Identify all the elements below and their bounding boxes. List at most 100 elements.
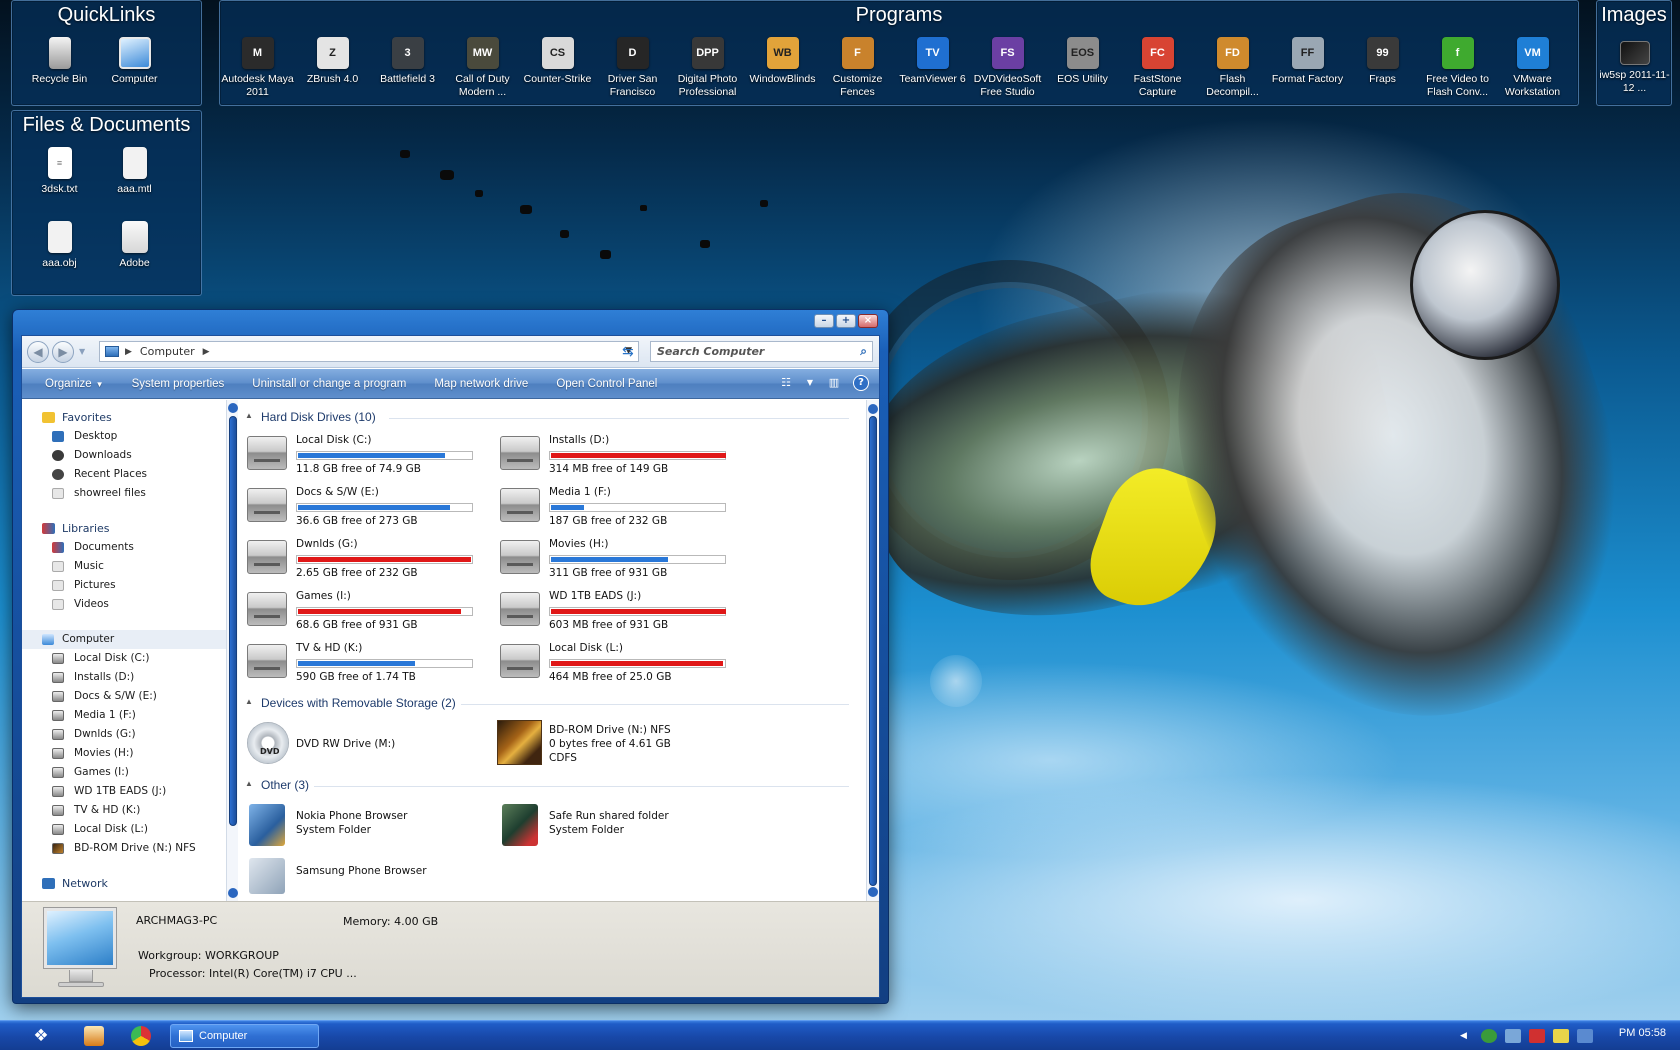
forward-button[interactable]: ▶ <box>52 341 74 363</box>
desktop-icon-program[interactable]: 99 Fraps <box>1345 33 1420 105</box>
recent-pages-dropdown[interactable]: ▼ <box>79 347 85 356</box>
nav-libraries[interactable]: Libraries <box>22 519 226 538</box>
safe-run-shared-folder[interactable]: Safe Run shared folder System Folder <box>492 802 732 850</box>
nav-item-drive[interactable]: WD 1TB EADS (J:) <box>22 782 226 801</box>
collapse-icon[interactable]: ▲ <box>245 697 253 706</box>
desktop-icon-program[interactable]: EOS EOS Utility <box>1045 33 1120 105</box>
breadcrumb-computer[interactable]: Computer <box>140 345 195 358</box>
desktop-icon-program[interactable]: F Customize Fences <box>820 33 895 105</box>
system-properties-button[interactable]: System properties <box>127 378 230 390</box>
preview-pane-icon[interactable]: ▥ <box>825 375 843 391</box>
hard-disk-drive[interactable]: Dwnlds (G:) 2.65 GB free of 232 GB <box>239 534 489 582</box>
scrollbar-thumb[interactable] <box>869 416 877 886</box>
nav-item-drive[interactable]: Installs (D:) <box>22 668 226 687</box>
group-header-removable[interactable]: ▲ Devices with Removable Storage (2) <box>239 694 849 714</box>
dvd-rw-drive[interactable]: DVD DVD RW Drive (M:) <box>239 720 479 768</box>
desktop-icon-program[interactable]: MW Call of Duty Modern ... <box>445 33 520 105</box>
hard-disk-drive[interactable]: TV & HD (K:) 590 GB free of 1.74 TB <box>239 638 489 686</box>
taskbar-item-computer[interactable]: Computer <box>170 1024 319 1048</box>
nav-item-documents[interactable]: Documents <box>22 538 226 557</box>
nav-item-showreel-files[interactable]: showreel files <box>22 484 226 503</box>
nav-item-pictures[interactable]: Pictures <box>22 576 226 595</box>
hard-disk-drive[interactable]: Movies (H:) 311 GB free of 931 GB <box>492 534 742 582</box>
nav-item-recent-places[interactable]: Recent Places <box>22 465 226 484</box>
nav-item-music[interactable]: Music <box>22 557 226 576</box>
desktop-icon-program[interactable]: FC FastStone Capture <box>1120 33 1195 105</box>
desktop-icon-program[interactable]: WB WindowBlinds <box>745 33 820 105</box>
desktop-icon-program[interactable]: 3 Battlefield 3 <box>370 33 445 105</box>
address-bar[interactable]: ▶ Computer ▶ ▼ <box>99 341 639 362</box>
nav-item-desktop[interactable]: Desktop <box>22 427 226 446</box>
group-header-hard-disks[interactable]: ▲ Hard Disk Drives (10) <box>239 408 849 428</box>
desktop-icon-program[interactable]: D Driver San Francisco <box>595 33 670 105</box>
desktop-icon-aaa-mtl[interactable]: aaa.mtl <box>97 143 172 217</box>
desktop-icon-program[interactable]: f Free Video to Flash Conv... <box>1420 33 1495 105</box>
view-dropdown-icon[interactable]: ▼ <box>805 375 815 391</box>
search-input[interactable]: Search Computer ⌕ <box>650 341 873 362</box>
desktop-icon-recycle-bin[interactable]: Recycle Bin <box>22 33 97 105</box>
samsung-phone-browser[interactable]: Samsung Phone Browser <box>239 854 479 901</box>
hard-disk-drive[interactable]: Installs (D:) 314 MB free of 149 GB <box>492 430 742 478</box>
chrome-icon[interactable] <box>131 1026 151 1046</box>
nav-computer[interactable]: Computer <box>22 630 226 649</box>
bd-rom-drive[interactable]: BD-ROM Drive (N:) NFS 0 bytes free of 4.… <box>492 720 732 768</box>
scroll-down-icon[interactable] <box>868 887 878 897</box>
maximize-button[interactable]: + <box>836 314 856 328</box>
scrollbar-thumb[interactable] <box>229 416 237 826</box>
search-icon[interactable]: ⌕ <box>860 344 867 359</box>
scroll-up-icon[interactable] <box>228 403 238 413</box>
nav-item-videos[interactable]: Videos <box>22 595 226 614</box>
change-view-icon[interactable]: ☷ <box>777 375 795 391</box>
nokia-phone-browser[interactable]: Nokia Phone Browser System Folder <box>239 802 479 850</box>
nav-network[interactable]: Network <box>22 874 226 893</box>
nav-item-drive[interactable]: Movies (H:) <box>22 744 226 763</box>
content-scrollbar[interactable] <box>866 400 879 901</box>
hard-disk-drive[interactable]: Media 1 (F:) 187 GB free of 232 GB <box>492 482 742 530</box>
nav-favorites[interactable]: Favorites <box>22 408 226 427</box>
nav-item-drive[interactable]: BD-ROM Drive (N:) NFS <box>22 839 226 858</box>
user-tray-icon[interactable] <box>1504 1029 1521 1043</box>
show-hidden-icons-icon[interactable]: ◀ <box>1460 1031 1467 1041</box>
collapse-icon[interactable]: ▲ <box>245 411 253 420</box>
nav-item-drive[interactable]: Media 1 (F:) <box>22 706 226 725</box>
desktop-icon-program[interactable]: Z ZBrush 4.0 <box>295 33 370 105</box>
network-tray-icon[interactable] <box>1480 1029 1497 1043</box>
desktop-icon-program[interactable]: VM VMware Workstation <box>1495 33 1570 105</box>
desktop-icon-program[interactable]: FF Format Factory <box>1270 33 1345 105</box>
desktop-icon-program[interactable]: FD Flash Decompil... <box>1195 33 1270 105</box>
nav-item-drive[interactable]: Docs & S/W (E:) <box>22 687 226 706</box>
back-button[interactable]: ◀ <box>27 341 49 363</box>
close-button[interactable]: × <box>858 314 878 328</box>
uninstall-program-button[interactable]: Uninstall or change a program <box>247 378 411 390</box>
desktop-icon-program[interactable]: FS DVDVideoSoft Free Studio <box>970 33 1045 105</box>
desktop-icon-aaa-obj[interactable]: aaa.obj <box>22 217 97 291</box>
desktop-icon-program[interactable]: CS Counter-Strike <box>520 33 595 105</box>
clock[interactable]: PM 05:58 <box>1619 1027 1666 1039</box>
breadcrumb-chevron-icon[interactable]: ▶ <box>203 347 210 357</box>
nav-item-drive[interactable]: Dwnlds (G:) <box>22 725 226 744</box>
hard-disk-drive[interactable]: WD 1TB EADS (J:) 603 MB free of 931 GB <box>492 586 742 634</box>
desktop-icon-3dsk-txt[interactable]: ≡ 3dsk.txt <box>22 143 97 217</box>
hard-disk-drive[interactable]: Local Disk (L:) 464 MB free of 25.0 GB <box>492 638 742 686</box>
nav-item-drive[interactable]: TV & HD (K:) <box>22 801 226 820</box>
open-control-panel-button[interactable]: Open Control Panel <box>551 378 662 390</box>
scroll-down-icon[interactable] <box>228 888 238 898</box>
group-header-other[interactable]: ▲ Other (3) <box>239 776 849 796</box>
nav-item-drive[interactable]: Games (I:) <box>22 763 226 782</box>
hard-disk-drive[interactable]: Local Disk (C:) 11.8 GB free of 74.9 GB <box>239 430 489 478</box>
nav-item-downloads[interactable]: Downloads <box>22 446 226 465</box>
nav-item-drive[interactable]: Local Disk (L:) <box>22 820 226 839</box>
map-network-drive-button[interactable]: Map network drive <box>429 378 533 390</box>
desktop-icon-computer[interactable]: Computer <box>97 33 172 105</box>
refresh-icon[interactable]: ⇆ <box>622 344 634 360</box>
hard-disk-drive[interactable]: Docs & S/W (E:) 36.6 GB free of 273 GB <box>239 482 489 530</box>
desktop-icon-adobe-folder[interactable]: Adobe <box>97 217 172 291</box>
antivirus-tray-icon[interactable] <box>1528 1029 1545 1043</box>
desktop-icon-program[interactable]: M Autodesk Maya 2011 <box>220 33 295 105</box>
start-button[interactable]: ❖ <box>24 1024 58 1048</box>
minimize-button[interactable]: – <box>814 314 834 328</box>
scroll-up-icon[interactable] <box>868 404 878 414</box>
keyboard-tray-icon[interactable] <box>1552 1029 1569 1043</box>
nav-item-drive[interactable]: Local Disk (C:) <box>22 649 226 668</box>
desktop-icon-image-file[interactable]: iw5sp 2011-11-12 ... <box>1597 33 1672 105</box>
